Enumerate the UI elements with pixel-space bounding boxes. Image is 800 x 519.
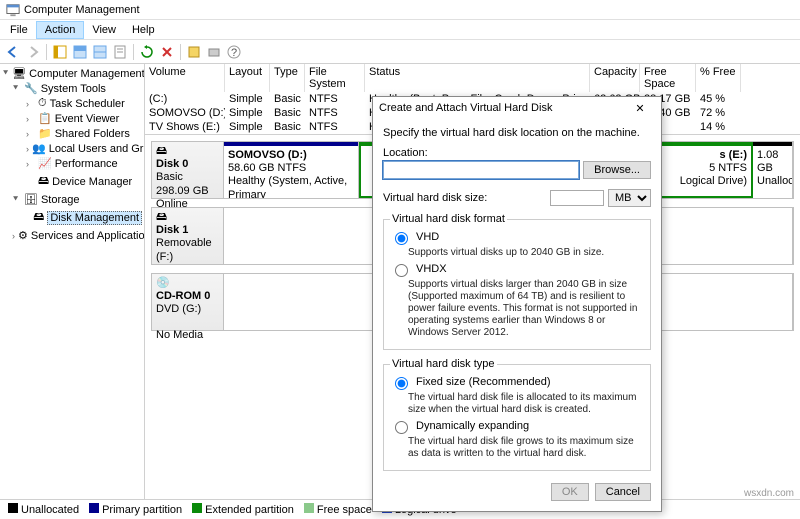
col-layout[interactable]: Layout <box>225 64 270 92</box>
tree-performance[interactable]: ›📈Performance <box>2 156 142 171</box>
dynamic-radio[interactable] <box>395 421 408 434</box>
delete-icon[interactable] <box>158 43 176 61</box>
vhd-desc: Supports virtual disks up to 2040 GB in … <box>408 247 644 259</box>
col-status[interactable]: Status <box>365 64 590 92</box>
menubar: File Action View Help <box>0 20 800 40</box>
create-vhd-dialog: Create and Attach Virtual Hard Disk ✕ Sp… <box>372 96 662 512</box>
dialog-title: Create and Attach Virtual Hard Disk <box>379 102 552 114</box>
dynamic-desc: The virtual hard disk file grows to its … <box>408 436 644 460</box>
properties-icon[interactable] <box>111 43 129 61</box>
tree-services-apps[interactable]: ›⚙Services and Applications <box>2 228 142 243</box>
tree-local-users[interactable]: ›👥Local Users and Groups <box>2 141 142 156</box>
disk-header: 🖴Disk 0 Basic298.09 GBOnline <box>152 142 224 198</box>
vhd-radio[interactable] <box>395 232 408 245</box>
volume-header-row: Volume Layout Type File System Status Ca… <box>145 64 800 92</box>
menu-action[interactable]: Action <box>36 21 85 39</box>
tree-storage[interactable]: ⯆🗄Storage <box>2 192 142 207</box>
cancel-button[interactable]: Cancel <box>595 483 651 501</box>
disk-header: 🖴Disk 1 Removable (F:)No Media <box>152 208 224 264</box>
tree-shared-folders[interactable]: ›📁Shared Folders <box>2 126 142 141</box>
location-input[interactable] <box>383 161 579 179</box>
legend-extended: Extended partition <box>192 503 294 516</box>
nav-tree: ⯆🖥Computer Management (Local ⯆🔧System To… <box>0 64 145 499</box>
size-label: Virtual hard disk size: <box>383 192 487 204</box>
format-fieldset: Virtual hard disk format VHD Supports vi… <box>383 213 651 350</box>
location-label: Location: <box>383 147 651 159</box>
tree-root[interactable]: ⯆🖥Computer Management (Local <box>2 66 142 81</box>
menu-file[interactable]: File <box>2 22 36 38</box>
view-top-icon[interactable] <box>71 43 89 61</box>
legend-unallocated: Unallocated <box>8 503 79 516</box>
svg-text:?: ? <box>231 47 237 59</box>
vhdx-desc: Supports virtual disks larger than 2040 … <box>408 279 644 339</box>
browse-button[interactable]: Browse... <box>583 161 651 179</box>
col-fs[interactable]: File System <box>305 64 365 92</box>
col-free[interactable]: Free Space <box>640 64 696 92</box>
fixed-radio[interactable] <box>395 377 408 390</box>
window-titlebar: Computer Management <box>0 0 800 20</box>
fixed-label: Fixed size (Recommended) <box>416 376 551 388</box>
format-legend: Virtual hard disk format <box>390 213 507 225</box>
close-icon[interactable]: ✕ <box>625 102 655 115</box>
tree-disk-management[interactable]: 🖴Disk Management <box>2 207 142 228</box>
menu-view[interactable]: View <box>84 22 124 38</box>
type-fieldset: Virtual hard disk type Fixed size (Recom… <box>383 358 651 471</box>
col-capacity[interactable]: Capacity <box>590 64 640 92</box>
watermark: wsxdn.com <box>744 488 794 499</box>
view-split-icon[interactable] <box>91 43 109 61</box>
legend-free: Free space <box>304 503 372 516</box>
dynamic-label: Dynamically expanding <box>416 420 529 432</box>
toolbar: ? <box>0 40 800 64</box>
col-pctfree[interactable]: % Free <box>696 64 741 92</box>
app-icon <box>6 3 20 17</box>
menu-help[interactable]: Help <box>124 22 163 38</box>
tree-system-tools[interactable]: ⯆🔧System Tools <box>2 81 142 96</box>
refresh-icon[interactable] <box>138 43 156 61</box>
partition[interactable]: SOMOVSO (D:) 58.60 GB NTFS Healthy (Syst… <box>224 142 359 198</box>
partition-unallocated[interactable]: 1.08 GBUnalloc <box>753 142 793 198</box>
col-type[interactable]: Type <box>270 64 305 92</box>
vhd-label: VHD <box>416 231 439 243</box>
pane-icon[interactable] <box>51 43 69 61</box>
warning-icon[interactable] <box>185 43 203 61</box>
dialog-intro: Specify the virtual hard disk location o… <box>383 127 651 139</box>
window-title: Computer Management <box>24 4 140 16</box>
disk-icon[interactable] <box>205 43 223 61</box>
back-icon[interactable] <box>4 43 22 61</box>
size-input[interactable] <box>550 190 604 206</box>
legend-primary: Primary partition <box>89 503 182 516</box>
col-volume[interactable]: Volume <box>145 64 225 92</box>
type-legend: Virtual hard disk type <box>390 358 497 370</box>
help-icon[interactable]: ? <box>225 43 243 61</box>
disk-header: 💿CD-ROM 0 DVD (G:)No Media <box>152 274 224 330</box>
tree-device-manager[interactable]: 🖴Device Manager <box>2 171 142 192</box>
fixed-desc: The virtual hard disk file is allocated … <box>408 392 644 416</box>
vhdx-label: VHDX <box>416 263 447 275</box>
ok-button[interactable]: OK <box>551 483 589 501</box>
size-unit-select[interactable]: MB <box>608 189 651 207</box>
forward-icon <box>24 43 42 61</box>
tree-event-viewer[interactable]: ›📋Event Viewer <box>2 111 142 126</box>
vhdx-radio[interactable] <box>395 264 408 277</box>
tree-task-scheduler[interactable]: ›⏱Task Scheduler <box>2 96 142 111</box>
